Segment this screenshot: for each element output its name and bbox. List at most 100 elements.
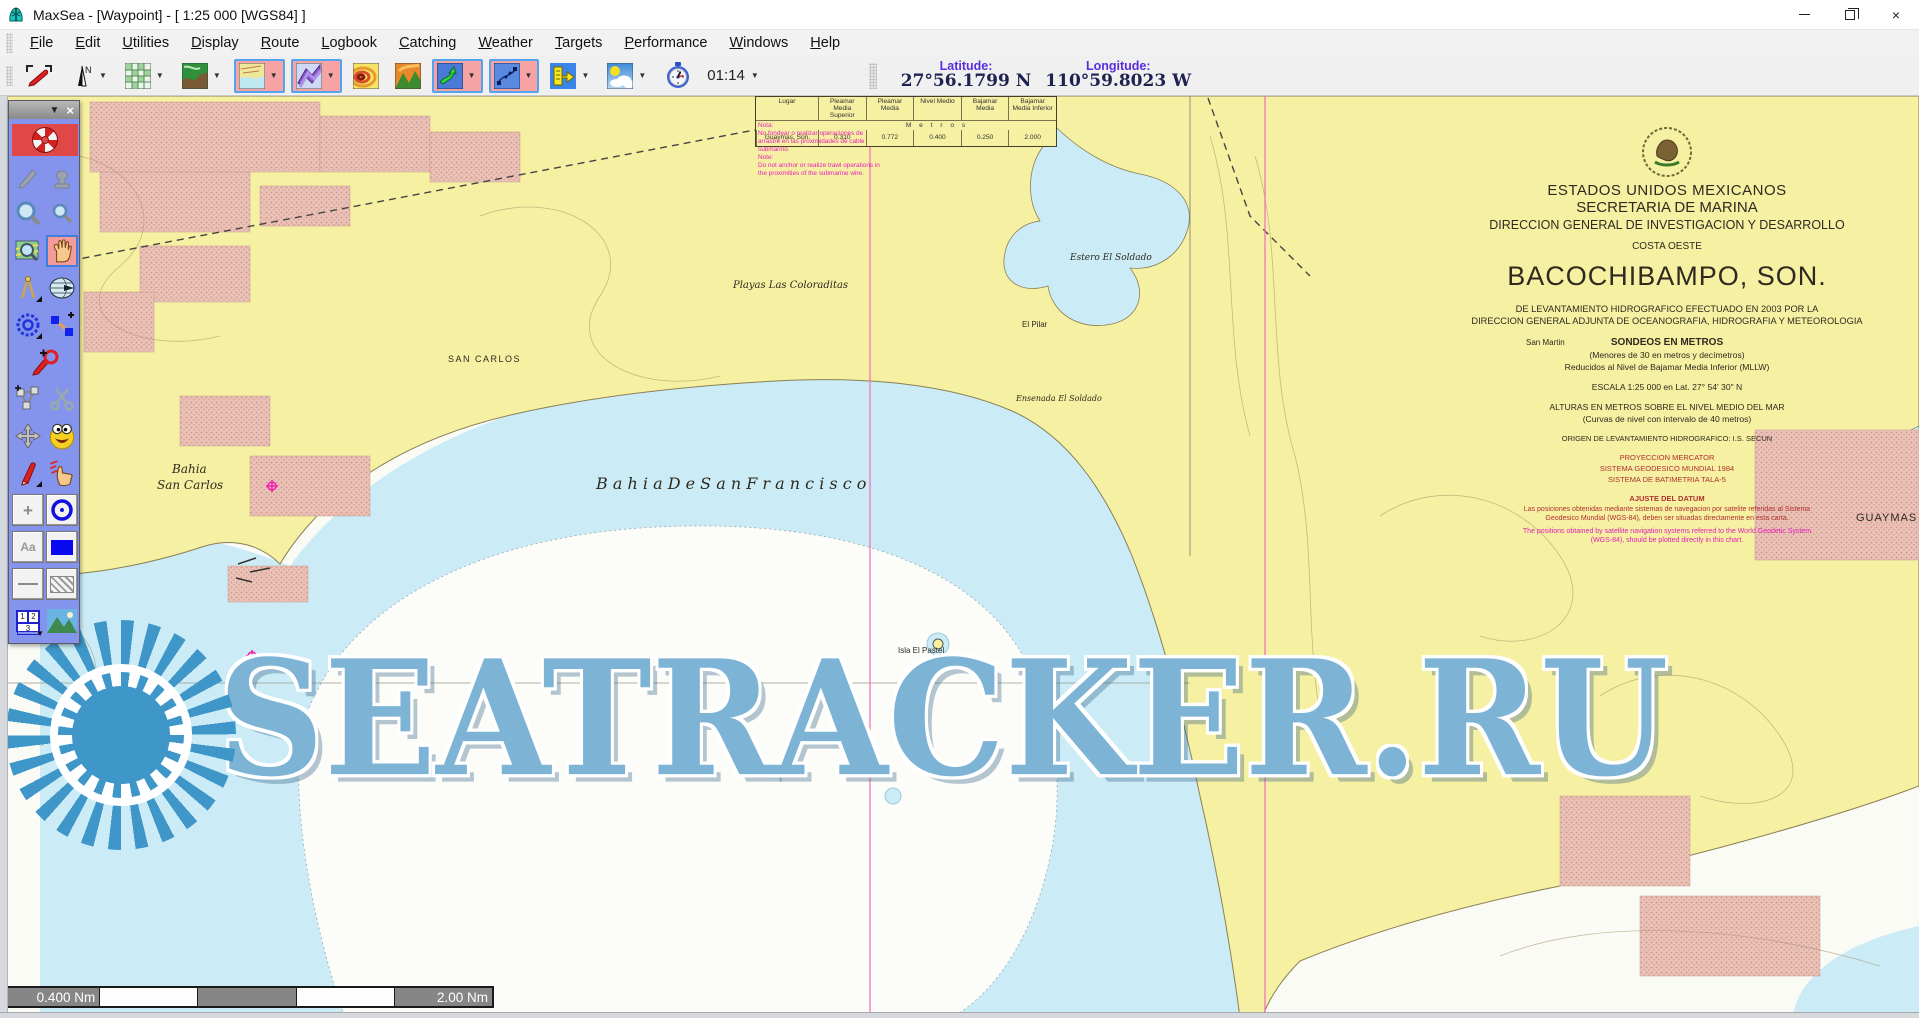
- dropdown-caret-icon[interactable]: ▼: [636, 71, 648, 80]
- zoom-in-tool[interactable]: [12, 198, 44, 230]
- title-bar: MaxSea - [Waypoint] - [ 1:25 000 [WGS84]…: [0, 0, 1919, 30]
- globe-view-tool[interactable]: [46, 272, 78, 304]
- toolbar-grip[interactable]: [6, 66, 13, 86]
- place-label: Ensenada El Soldado: [1016, 394, 1102, 403]
- scale-bar: 0.400 Nm 2.00 Nm: [0, 986, 494, 1008]
- divider-icon: [15, 275, 41, 301]
- close-button[interactable]: ×: [1873, 0, 1919, 30]
- exit-navigation-button[interactable]: ▼: [545, 59, 596, 93]
- palette-close-icon[interactable]: ×: [66, 104, 74, 117]
- track-pen-icon: [24, 63, 54, 89]
- line-icon: [18, 583, 38, 585]
- menu-catching[interactable]: Catching: [388, 32, 467, 54]
- minimize-button[interactable]: [1781, 0, 1827, 30]
- menu-help[interactable]: Help: [799, 32, 851, 54]
- cut-tool[interactable]: [46, 383, 78, 415]
- stamp-tool-disabled[interactable]: [46, 161, 78, 193]
- calendar-tool[interactable]: 123 ▼: [12, 605, 44, 637]
- pointer-hand-tool[interactable]: [46, 457, 78, 489]
- dropdown-caret-icon[interactable]: ▼: [211, 71, 223, 80]
- target-circles-icon: [14, 311, 42, 339]
- move-tool[interactable]: [12, 420, 44, 452]
- time-caret-icon[interactable]: ▼: [749, 71, 761, 80]
- chart-name: BACOCHIBAMPO, SON.: [1452, 261, 1882, 292]
- menu-windows[interactable]: Windows: [718, 32, 799, 54]
- mob-tool[interactable]: [12, 124, 78, 156]
- calendar-caret-icon[interactable]: ▼: [36, 629, 44, 638]
- chart-2d-button[interactable]: ▼: [234, 59, 285, 93]
- menu-weather[interactable]: Weather: [467, 32, 544, 54]
- dropdown-caret-icon[interactable]: ▼: [579, 71, 591, 80]
- palette-collapse-icon[interactable]: ▼: [50, 105, 60, 116]
- menu-display[interactable]: Display: [180, 32, 250, 54]
- map-layer-button[interactable]: ▼: [177, 59, 228, 93]
- pointing-hand-icon: [48, 459, 76, 487]
- toolbar-separator[interactable]: [869, 63, 877, 89]
- chart-2d-icon: [239, 63, 265, 89]
- divider-tool[interactable]: [12, 272, 44, 304]
- menu-targets[interactable]: Targets: [544, 32, 614, 54]
- pen-circle-icon: [30, 348, 60, 376]
- restore-button[interactable]: [1827, 0, 1873, 30]
- weather-icon: [607, 63, 633, 89]
- dropdown-caret-icon[interactable]: ▼: [523, 71, 535, 80]
- globe-icon: [48, 275, 76, 301]
- clock-button[interactable]: [659, 58, 697, 94]
- palette-titlebar[interactable]: ▼ ×: [9, 101, 79, 119]
- track-pen-button[interactable]: [19, 59, 59, 93]
- hatch-icon: [50, 576, 74, 593]
- menu-file[interactable]: File: [19, 32, 64, 54]
- chart-3d-button[interactable]: ▼: [291, 59, 342, 93]
- lifebuoy-icon: [32, 127, 58, 153]
- terrain-button[interactable]: [390, 59, 426, 93]
- photo-layer-tool[interactable]: [46, 605, 78, 637]
- menu-utilities[interactable]: Utilities: [111, 32, 180, 54]
- dropdown-caret-icon[interactable]: ▼: [466, 71, 478, 80]
- menubar-grip[interactable]: [6, 33, 13, 53]
- draw-pencil-tool[interactable]: [12, 457, 44, 489]
- time-display[interactable]: 01:14: [707, 67, 745, 84]
- crosshair-tool-button[interactable]: +: [12, 494, 44, 526]
- circle-mark-tool-button[interactable]: [46, 494, 78, 526]
- dropdown-caret-icon[interactable]: ▼: [154, 71, 166, 80]
- add-polygon-tool[interactable]: [12, 383, 44, 415]
- zoom-out-tool[interactable]: [46, 198, 78, 230]
- contour-button[interactable]: [348, 59, 384, 93]
- erase-tool-disabled[interactable]: [12, 161, 44, 193]
- dropdown-caret-icon[interactable]: ▼: [325, 71, 337, 80]
- scale-right-label: 2.00 Nm: [394, 988, 492, 1006]
- menu-bar: File Edit Utilities Display Route Logboo…: [0, 30, 1919, 56]
- hatch-style-button[interactable]: [46, 568, 78, 600]
- sun-logo: [6, 620, 236, 850]
- weather-button[interactable]: ▼: [602, 59, 653, 93]
- place-label: Bahia: [172, 462, 207, 476]
- north-up-button[interactable]: N ▼: [65, 59, 114, 93]
- menu-route[interactable]: Route: [250, 32, 311, 54]
- menu-logbook[interactable]: Logbook: [310, 32, 388, 54]
- grid-icon: [125, 63, 151, 89]
- tool-palette: ▼ ×: [8, 100, 80, 644]
- chart-canvas[interactable]: Lugar Pleamar Media Superior Pleamar Med…: [0, 96, 1919, 1018]
- target-tool[interactable]: [12, 309, 44, 341]
- gray-stamp-icon: [49, 164, 75, 190]
- edit-nodes-tool[interactable]: [46, 309, 78, 341]
- line-style-button[interactable]: [12, 568, 44, 600]
- title-direction: DIRECCION GENERAL DE INVESTIGACION Y DES…: [1452, 218, 1882, 232]
- mark-circle-tool[interactable]: [12, 346, 78, 378]
- blue-swatch-icon: [51, 540, 73, 555]
- dropdown-caret-icon[interactable]: ▼: [268, 71, 280, 80]
- zoom-area-tool[interactable]: [12, 235, 44, 267]
- pan-hand-tool[interactable]: [46, 235, 78, 267]
- text-tool-button[interactable]: Aa: [12, 531, 44, 563]
- fill-color-button[interactable]: [46, 531, 78, 563]
- scale-left-label: 0.400 Nm: [2, 988, 99, 1006]
- tidal-currents-button[interactable]: ▼: [432, 59, 483, 93]
- title-region: COSTA OESTE: [1452, 241, 1882, 252]
- menu-performance[interactable]: Performance: [613, 32, 718, 54]
- menu-edit[interactable]: Edit: [64, 32, 111, 54]
- photo-icon: [47, 609, 77, 633]
- route-plot-button[interactable]: ▼: [489, 59, 540, 93]
- smiley-tool[interactable]: [46, 420, 78, 452]
- grid-button[interactable]: ▼: [120, 59, 171, 93]
- dropdown-caret-icon[interactable]: ▼: [97, 71, 109, 80]
